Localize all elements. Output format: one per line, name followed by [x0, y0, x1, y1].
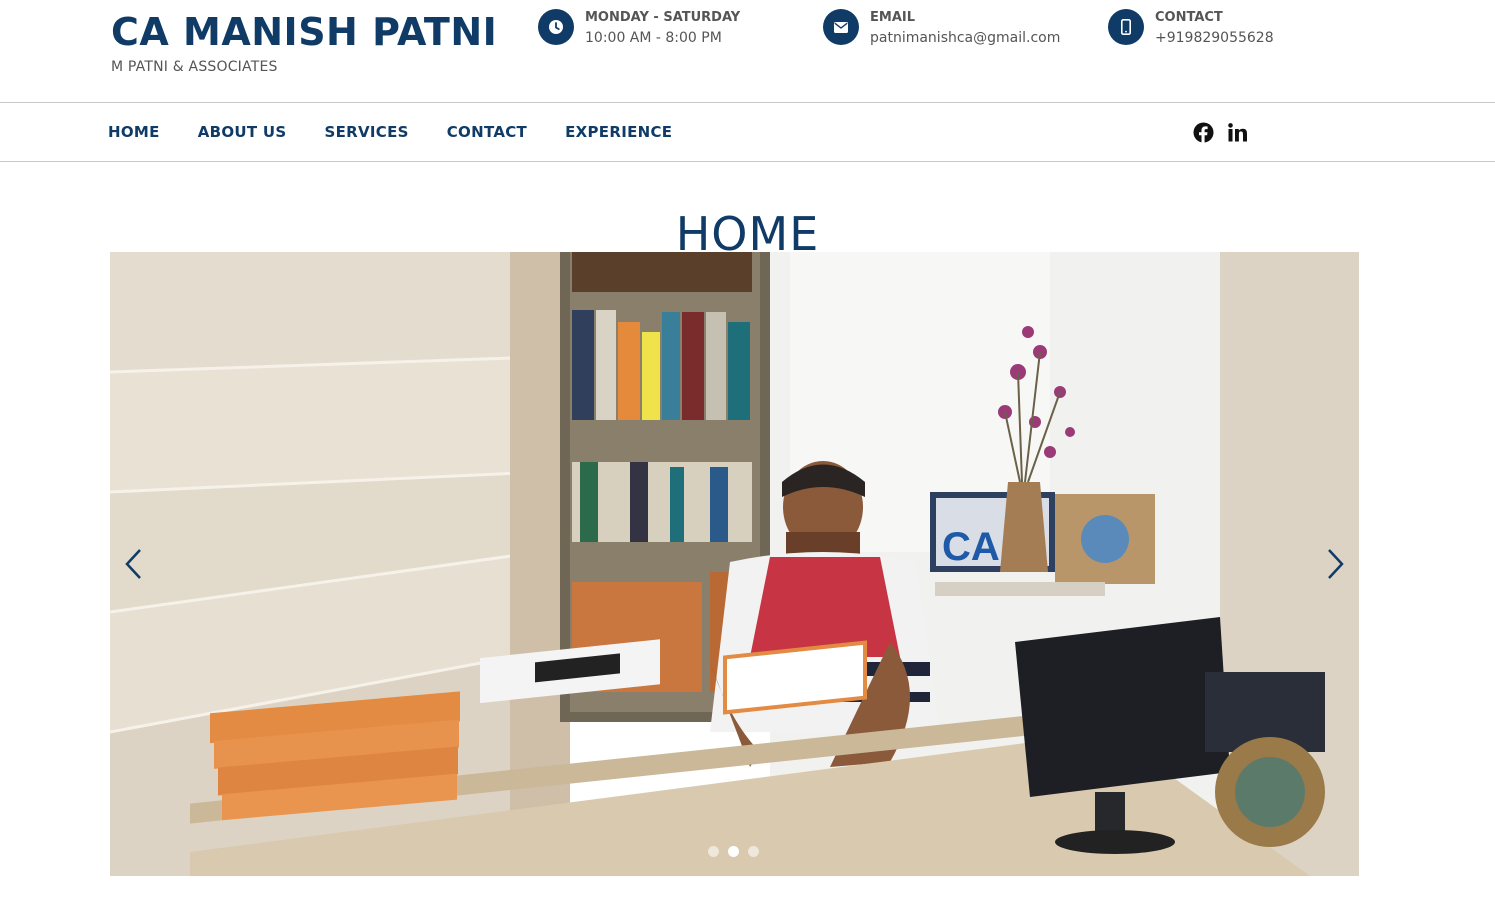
nav-experience[interactable]: EXPERIENCE — [565, 123, 672, 141]
social-links — [1193, 122, 1261, 143]
phone-label: CONTACT — [1155, 10, 1223, 25]
carousel-dot-1[interactable] — [708, 846, 719, 857]
nav-contact[interactable]: CONTACT — [447, 123, 527, 141]
facebook-icon[interactable] — [1193, 122, 1214, 143]
envelope-icon — [823, 9, 859, 45]
carousel-next-arrow[interactable] — [1323, 548, 1347, 580]
brand[interactable]: CA MANISH PATNI M PATNI & ASSOCIATES — [111, 10, 497, 75]
linkedin-icon[interactable] — [1228, 123, 1247, 142]
office-photo: CA — [110, 252, 1359, 876]
vase — [1000, 482, 1048, 572]
email-info: EMAIL patnimanishca@gmail.com — [823, 9, 1060, 49]
clock-icon — [538, 9, 574, 45]
email-label: EMAIL — [870, 10, 915, 25]
stacked-files — [210, 691, 460, 821]
site-title[interactable]: CA MANISH PATNI — [111, 10, 497, 54]
email-value[interactable]: patnimanishca@gmail.com — [870, 27, 1060, 49]
carousel-indicators — [708, 846, 768, 857]
site-subtitle: M PATNI & ASSOCIATES — [111, 59, 278, 75]
nav-about-us[interactable]: ABOUT US — [198, 123, 287, 141]
phone-info: CONTACT +919829055628 — [1108, 9, 1274, 49]
carousel-dot-2[interactable] — [728, 846, 739, 857]
hours-label: MONDAY - SATURDAY — [585, 10, 741, 25]
hours-value: 10:00 AM - 8:00 PM — [585, 30, 722, 46]
hours-info: MONDAY - SATURDAY 10:00 AM - 8:00 PM — [538, 9, 740, 49]
mobile-phone-icon — [1108, 9, 1144, 45]
main-nav: HOME ABOUT US SERVICES CONTACT EXPERIENC… — [108, 103, 710, 161]
carousel-dot-3[interactable] — [748, 846, 759, 857]
nav-services[interactable]: SERVICES — [325, 123, 409, 141]
top-header: CA MANISH PATNI M PATNI & ASSOCIATES MON… — [0, 0, 1495, 103]
carousel-prev-arrow[interactable] — [122, 548, 146, 580]
image-carousel[interactable]: CA — [110, 252, 1359, 876]
nav-home[interactable]: HOME — [108, 123, 160, 141]
phone-value[interactable]: +919829055628 — [1155, 27, 1274, 49]
main-nav-bar: HOME ABOUT US SERVICES CONTACT EXPERIENC… — [0, 103, 1495, 162]
ca-logo-text: CA — [942, 525, 1000, 569]
